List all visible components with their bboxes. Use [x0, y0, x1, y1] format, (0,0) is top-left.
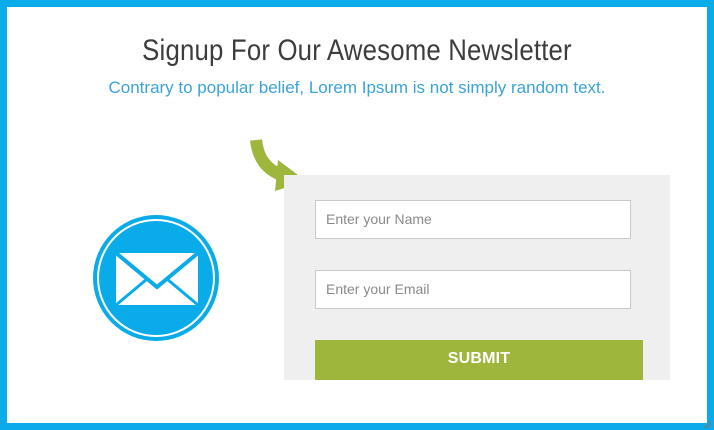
submit-button[interactable]: SUBMIT	[315, 340, 643, 380]
email-input[interactable]: Enter your Email	[315, 270, 631, 309]
page-subtitle: Contrary to popular belief, Lorem Ipsum …	[108, 78, 606, 97]
resize-grip-icon[interactable]	[703, 420, 711, 428]
page-title: Signup For Our Awesome Newsletter	[142, 34, 572, 67]
name-input[interactable]: Enter your Name	[315, 200, 631, 239]
envelope-icon	[93, 215, 219, 341]
